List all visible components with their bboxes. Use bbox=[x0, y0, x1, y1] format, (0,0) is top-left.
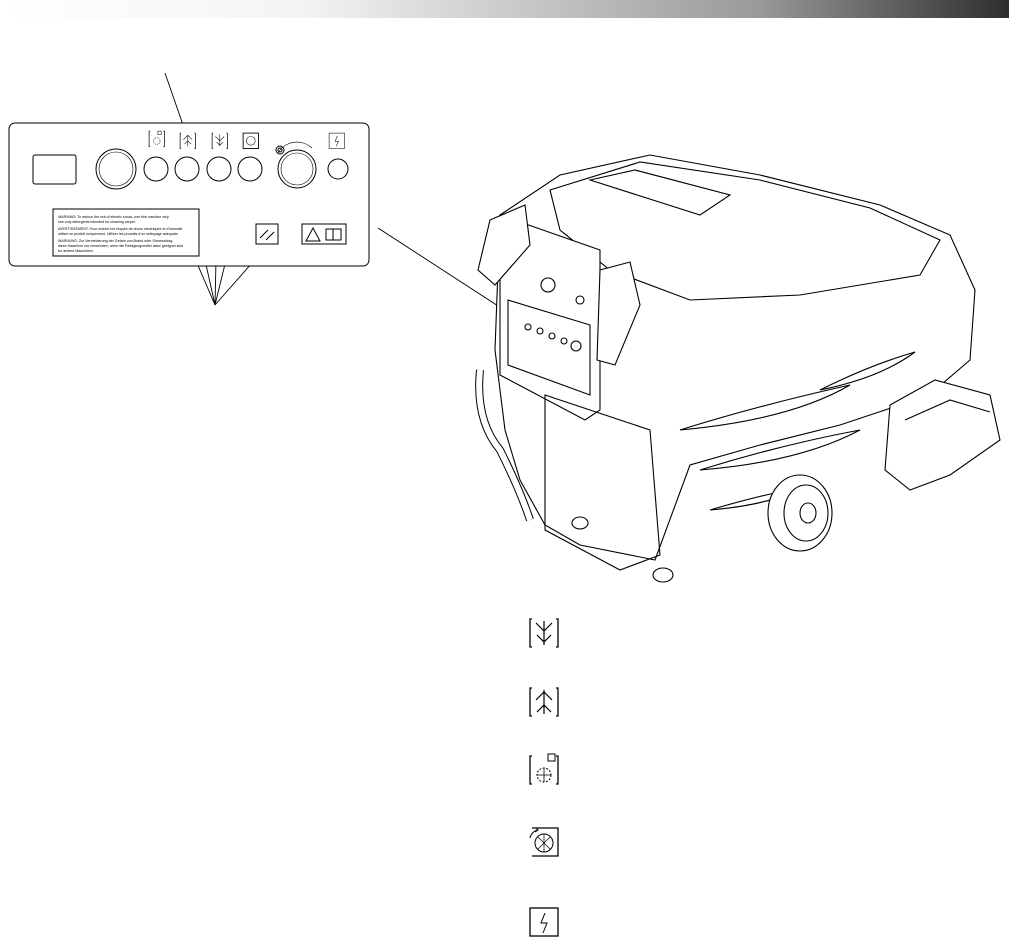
hour-meter-window bbox=[32, 154, 77, 185]
read-manual-warning-icon bbox=[301, 223, 347, 245]
switch-brush bbox=[237, 156, 263, 182]
switch-power bbox=[327, 158, 349, 180]
tools-icon bbox=[255, 223, 279, 245]
diagram-canvas: WARNING: To reduce the risk of electric … bbox=[8, 72, 1001, 937]
pressure-gauge bbox=[95, 148, 137, 190]
warning-line-4: utiliser ce produit uniquement. Utiliser… bbox=[58, 232, 179, 236]
vacuum-up-icon bbox=[529, 687, 559, 717]
switch-vacuum-2 bbox=[206, 156, 232, 182]
warning-line-7: fur andere Maschinen. bbox=[58, 249, 94, 253]
warning-line-6: diese Maschine nur verwenden, wenn die R… bbox=[58, 244, 183, 248]
pump-spray-icon bbox=[529, 753, 559, 785]
carpet-extractor-icon bbox=[475, 154, 1001, 583]
switch-vacuum-1 bbox=[174, 156, 200, 182]
warning-line-1: WARNING: To reduce the risk of electric … bbox=[58, 215, 169, 219]
warning-label: WARNING: To reduce the risk of electric … bbox=[52, 208, 200, 257]
switch-pump bbox=[143, 156, 169, 182]
warning-line-3: AVERTISSEMENT: Pour reduire les risques … bbox=[58, 227, 182, 231]
control-panel: WARNING: To reduce the risk of electric … bbox=[8, 122, 370, 267]
vacuum-down-icon bbox=[529, 618, 559, 648]
brush-icon bbox=[529, 827, 559, 857]
warning-line-5: WARNUNG: Zur Verminderung der Gefahr von… bbox=[58, 239, 172, 243]
power-icon bbox=[529, 907, 559, 937]
rotary-knob bbox=[277, 149, 317, 189]
symbol-legend bbox=[529, 618, 559, 937]
warning-line-2: use only detergents intended for cleanin… bbox=[58, 220, 136, 224]
